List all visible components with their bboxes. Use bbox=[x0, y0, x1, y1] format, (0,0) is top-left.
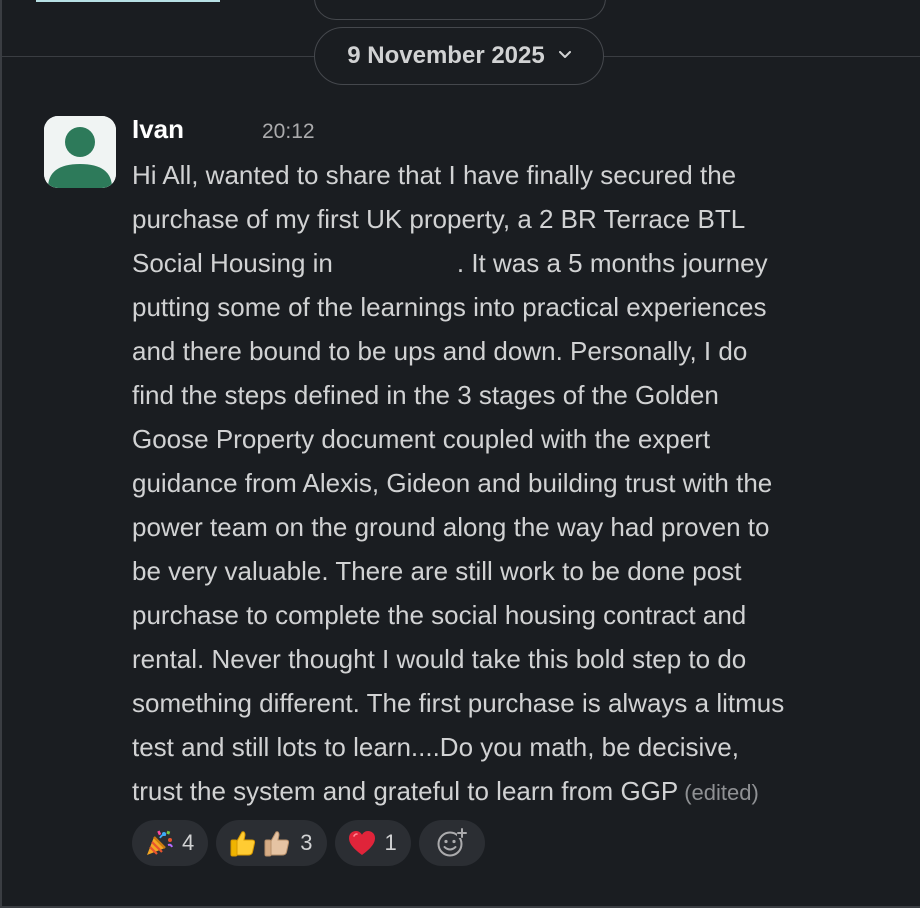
message-line: power team on the ground along the way h… bbox=[132, 512, 770, 542]
message-line: Social Housing in . It was a 5 months jou… bbox=[132, 241, 892, 285]
message-line: purchase of my first UK property, a 2 BR… bbox=[132, 204, 746, 234]
message-author[interactable]: Ivan bbox=[132, 114, 184, 145]
reaction-thumbs-up[interactable]: 3 bbox=[216, 820, 327, 866]
edited-label: (edited) bbox=[684, 780, 759, 805]
reactions-bar: 4 3 1 bbox=[132, 820, 485, 866]
message-line: be very valuable. There are still work t… bbox=[132, 556, 742, 586]
reaction-count: 3 bbox=[300, 830, 313, 855]
reaction-count: 1 bbox=[384, 830, 397, 855]
unread-accent-bar bbox=[36, 0, 220, 2]
thumbs-up-light-skin-icon bbox=[264, 831, 290, 857]
previous-date-pill[interactable] bbox=[314, 0, 606, 20]
message-text: trust the system and grateful to learn f… bbox=[132, 776, 679, 806]
reaction-party-popper[interactable]: 4 bbox=[132, 820, 209, 866]
message-timestamp[interactable]: 20:12 bbox=[262, 120, 315, 144]
party-popper-icon bbox=[147, 830, 173, 855]
add-reaction-icon bbox=[437, 828, 467, 857]
date-label: 9 November 2025 bbox=[347, 42, 545, 69]
message-line: rental. Never thought I would take this … bbox=[132, 644, 747, 674]
red-heart-icon bbox=[348, 831, 375, 855]
message-line: Goose Property document coupled with the… bbox=[132, 424, 711, 454]
message-line: guidance from Alexis, Gideon and buildin… bbox=[132, 468, 773, 498]
avatar[interactable] bbox=[44, 116, 116, 188]
date-divider-button[interactable]: 9 November 2025 bbox=[314, 27, 604, 85]
add-reaction-button[interactable] bbox=[418, 820, 485, 866]
message-line: purchase to complete the social housing … bbox=[132, 600, 747, 630]
chevron-down-icon bbox=[558, 46, 571, 62]
message-line: find the steps defined in the 3 stages o… bbox=[132, 380, 719, 410]
message-line: trust the system and grateful to learn f… bbox=[132, 769, 892, 815]
message-line: and there bound to be ups and down. Pers… bbox=[132, 336, 748, 366]
message-text: . It was a 5 months journey bbox=[456, 248, 768, 278]
message-line: Hi All, wanted to share that I have fina… bbox=[132, 160, 737, 190]
user-silhouette-icon bbox=[44, 116, 116, 188]
message-text: Social Housing in bbox=[132, 248, 333, 278]
reaction-count: 4 bbox=[182, 830, 195, 855]
message-pane: 9 November 2025 Ivan 20:12 Hi All, wante… bbox=[0, 0, 920, 908]
thumbs-up-icon bbox=[230, 831, 256, 857]
message-body: Hi All, wanted to share that I have fina… bbox=[132, 153, 892, 815]
message-line: putting some of the learnings into pract… bbox=[132, 292, 767, 322]
message-line: test and still lots to learn....Do you m… bbox=[132, 732, 739, 762]
reaction-red-heart[interactable]: 1 bbox=[334, 820, 411, 866]
message-line: something different. The first purchase … bbox=[132, 688, 785, 718]
